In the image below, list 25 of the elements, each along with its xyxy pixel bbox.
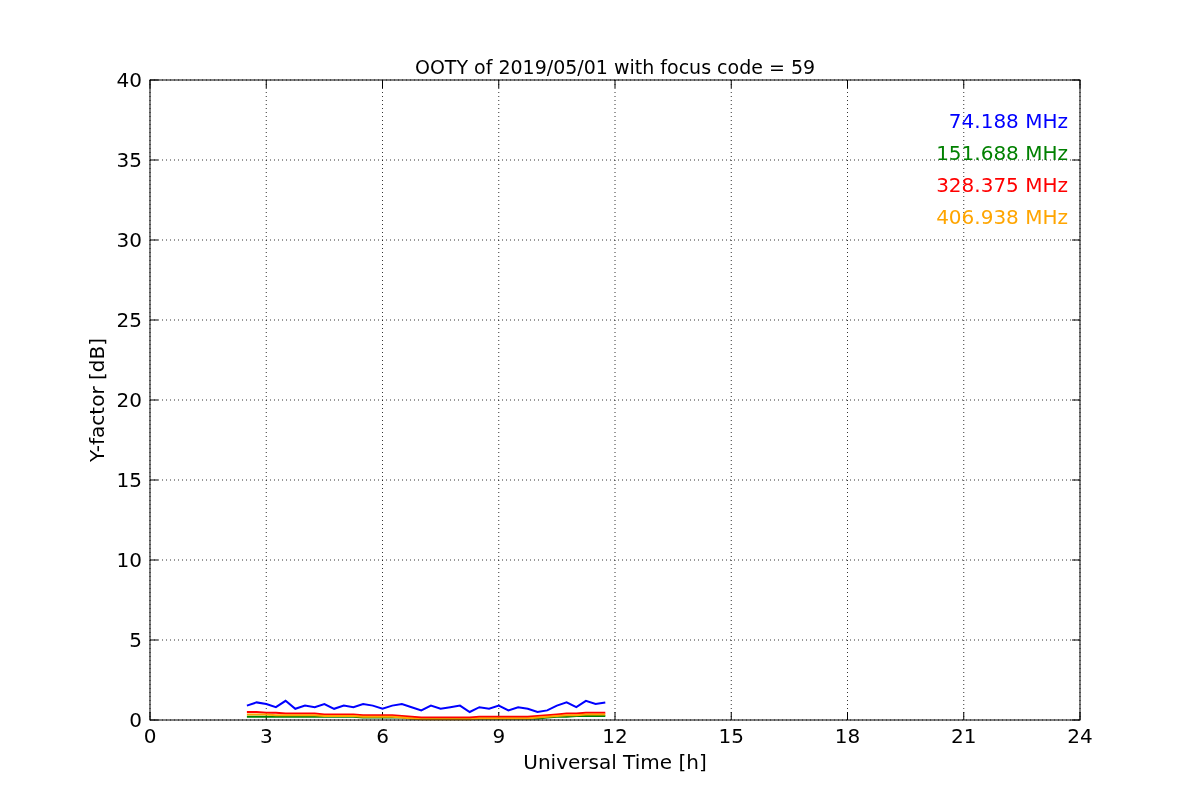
x-tick-label: 18	[834, 724, 861, 748]
x-tick-label: 12	[602, 724, 628, 748]
x-tick-label: 9	[492, 724, 506, 748]
y-tick-label: 40	[116, 68, 142, 92]
y-axis-label: Y-factor [dB]	[85, 338, 109, 462]
y-tick-label: 15	[116, 468, 142, 492]
x-tick-label: 24	[1067, 724, 1093, 748]
x-tick-label: 6	[376, 724, 389, 748]
y-tick-label: 30	[116, 228, 142, 252]
x-axis-label: Universal Time [h]	[523, 750, 707, 774]
legend-label: 74.188 MHz	[948, 109, 1068, 133]
x-tick-label: 21	[951, 724, 977, 748]
chart-title: OOTY of 2019/05/01 with focus code = 59	[414, 56, 816, 78]
x-tick-label: 15	[718, 724, 744, 748]
legend-label: 151.688 MHz	[936, 141, 1068, 165]
y-tick-label: 0	[129, 708, 142, 732]
legend-label: 328.375 MHz	[936, 173, 1068, 197]
y-tick-label: 25	[116, 308, 142, 332]
x-tick-label: 0	[143, 724, 157, 748]
y-tick-label: 35	[116, 148, 142, 172]
legend-label: 406.938 MHz	[936, 205, 1068, 229]
y-tick-label: 5	[129, 628, 142, 652]
y-tick-label: 10	[116, 548, 142, 572]
y-tick-label: 20	[116, 388, 142, 412]
x-tick-label: 3	[259, 724, 273, 748]
